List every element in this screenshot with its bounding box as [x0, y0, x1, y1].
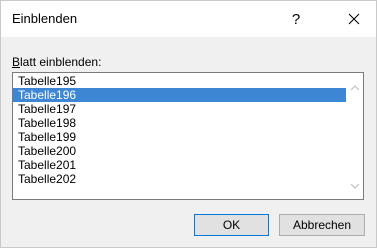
list-item[interactable]: Tabelle197 [13, 102, 346, 116]
ok-button[interactable]: OK [194, 214, 269, 236]
sheet-list-label-text: latt einblenden: [20, 55, 102, 69]
list-item[interactable]: Tabelle199 [13, 130, 346, 144]
question-mark-icon: ? [291, 10, 301, 28]
list-item[interactable]: Tabelle202 [13, 172, 346, 186]
list-item[interactable]: Tabelle200 [13, 144, 346, 158]
sheet-listbox[interactable]: Tabelle195 Tabelle196 Tabelle197 Tabelle198… [12, 72, 364, 200]
title-bar: Einblenden ? [1, 1, 376, 37]
chevron-up-icon[interactable] [350, 83, 360, 93]
vertical-scrollbar[interactable] [346, 73, 363, 199]
list-item[interactable]: Tabelle198 [13, 116, 346, 130]
sheet-list-label-mnemonic: B [12, 55, 21, 69]
sheet-list: Tabelle195 Tabelle196 Tabelle197 Tabelle198… [13, 74, 346, 186]
help-button[interactable]: ? [284, 7, 308, 31]
list-item[interactable]: Tabelle196 [13, 88, 346, 102]
chevron-down-icon[interactable] [350, 181, 360, 191]
sheet-list-label: Blatt einblenden: [12, 55, 101, 69]
close-button[interactable] [342, 7, 366, 31]
list-item[interactable]: Tabelle195 [13, 74, 346, 88]
cancel-button[interactable]: Abbrechen [279, 214, 365, 236]
unhide-dialog: Einblenden ? Blatt einblenden: Tabelle19… [0, 0, 377, 248]
close-icon [348, 13, 360, 25]
list-item[interactable]: Tabelle201 [13, 158, 346, 172]
dialog-title: Einblenden [12, 11, 78, 26]
